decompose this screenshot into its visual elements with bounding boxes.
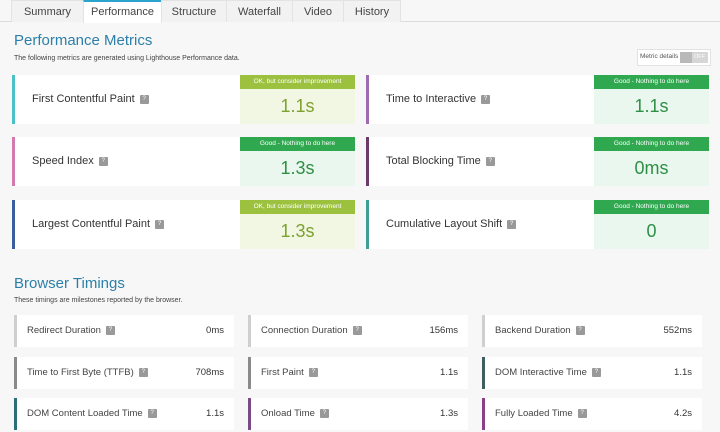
help-icon[interactable]: ? [591,367,601,377]
timing-card: Connection Duration? 156ms [248,315,468,347]
help-icon[interactable]: ? [98,156,108,166]
metric-card: Total Blocking Time? Good - Nothing to d… [366,137,709,186]
timing-name: DOM Content Loaded Time? [27,408,157,419]
timing-name: Onload Time? [261,408,329,419]
metric-grade: Good - Nothing to do here 1.1s [594,75,709,124]
timing-name: Redirect Duration? [27,325,115,336]
timing-name: Connection Duration? [261,325,362,336]
tab-performance[interactable]: Performance [83,0,162,23]
timing-value: 552ms [663,325,692,336]
metric-name: Total Blocking Time? [386,155,495,167]
performance-metrics-title: Performance Metrics [14,32,153,49]
timing-name: Time to First Byte (TTFB)? [27,367,148,378]
timing-name: First Paint? [261,367,318,378]
toggle-knob [680,52,692,63]
help-icon[interactable]: ? [147,408,157,418]
metric-grade: OK, but consider improvement 1.1s [240,75,355,124]
grade-badge: OK, but consider improvement [240,75,355,89]
grade-badge: Good - Nothing to do here [594,200,709,214]
metric-card: First Contentful Paint? OK, but consider… [12,75,355,124]
timing-value: 1.1s [674,367,692,378]
timing-card: Backend Duration? 552ms [482,315,702,347]
help-icon[interactable]: ? [485,156,495,166]
tab-history[interactable]: History [343,0,401,22]
metric-name: First Contentful Paint? [32,93,149,105]
timing-card: Onload Time? 1.3s [248,398,468,430]
help-icon[interactable]: ? [575,325,585,335]
grade-badge: Good - Nothing to do here [240,137,355,151]
timing-value: 4.2s [674,408,692,419]
timing-value: 1.1s [440,367,458,378]
metric-card: Cumulative Layout Shift? Good - Nothing … [366,200,709,249]
tab-summary[interactable]: Summary [11,0,84,22]
timing-name: Fully Loaded Time? [495,408,587,419]
metric-grade: Good - Nothing to do here 1.3s [240,137,355,186]
timing-value: 708ms [195,367,224,378]
tab-structure[interactable]: Structure [161,0,227,22]
toggle-switch[interactable]: OFF [680,52,708,63]
metric-card: Largest Contentful Paint? OK, but consid… [12,200,355,249]
metric-value: 1.3s [240,214,355,249]
performance-metrics-description: The following metrics are generated usin… [14,55,240,62]
timing-card: Time to First Byte (TTFB)? 708ms [14,357,234,389]
help-icon[interactable]: ? [138,367,148,377]
toggle-state: OFF [694,54,705,60]
metric-value: 1.1s [240,89,355,124]
timing-name: Backend Duration? [495,325,585,336]
timing-card: Fully Loaded Time? 4.2s [482,398,702,430]
grade-badge: OK, but consider improvement [240,200,355,214]
metric-name: Speed Index? [32,155,108,167]
timing-value: 156ms [429,325,458,336]
grade-badge: Good - Nothing to do here [594,137,709,151]
timing-value: 1.1s [206,408,224,419]
help-icon[interactable]: ? [308,367,318,377]
metric-grade: OK, but consider improvement 1.3s [240,200,355,249]
metric-name: Time to Interactive? [386,93,491,105]
timing-card: First Paint? 1.1s [248,357,468,389]
timing-card: Redirect Duration? 0ms [14,315,234,347]
browser-timings-title: Browser Timings [14,275,125,292]
metric-value: 0 [594,214,709,249]
help-icon[interactable]: ? [352,325,362,335]
metric-card: Speed Index? Good - Nothing to do here 1… [12,137,355,186]
metric-details-label: Metric details [640,53,679,60]
metric-name: Cumulative Layout Shift? [386,218,517,230]
metric-name: Largest Contentful Paint? [32,218,165,230]
help-icon[interactable]: ? [319,408,329,418]
timing-card: DOM Interactive Time? 1.1s [482,357,702,389]
tab-bar: Summary Performance Structure Waterfall … [0,0,720,23]
help-icon[interactable]: ? [105,325,115,335]
browser-timings-description: These timings are milestones reported by… [14,297,183,304]
metric-card: Time to Interactive? Good - Nothing to d… [366,75,709,124]
timing-value: 0ms [206,325,224,336]
metric-value: 1.3s [240,151,355,186]
metric-value: 1.1s [594,89,709,124]
help-icon[interactable]: ? [481,94,491,104]
help-icon[interactable]: ? [577,408,587,418]
metric-value: 0ms [594,151,709,186]
tab-video[interactable]: Video [292,0,344,22]
help-icon[interactable]: ? [155,219,165,229]
tab-waterfall[interactable]: Waterfall [226,0,293,22]
metric-grade: Good - Nothing to do here 0 [594,200,709,249]
metric-details-toggle[interactable]: Metric details OFF [637,49,711,66]
help-icon[interactable]: ? [139,94,149,104]
help-icon[interactable]: ? [507,219,517,229]
timing-value: 1.3s [440,408,458,419]
grade-badge: Good - Nothing to do here [594,75,709,89]
metric-grade: Good - Nothing to do here 0ms [594,137,709,186]
timing-name: DOM Interactive Time? [495,367,601,378]
timing-card: DOM Content Loaded Time? 1.1s [14,398,234,430]
